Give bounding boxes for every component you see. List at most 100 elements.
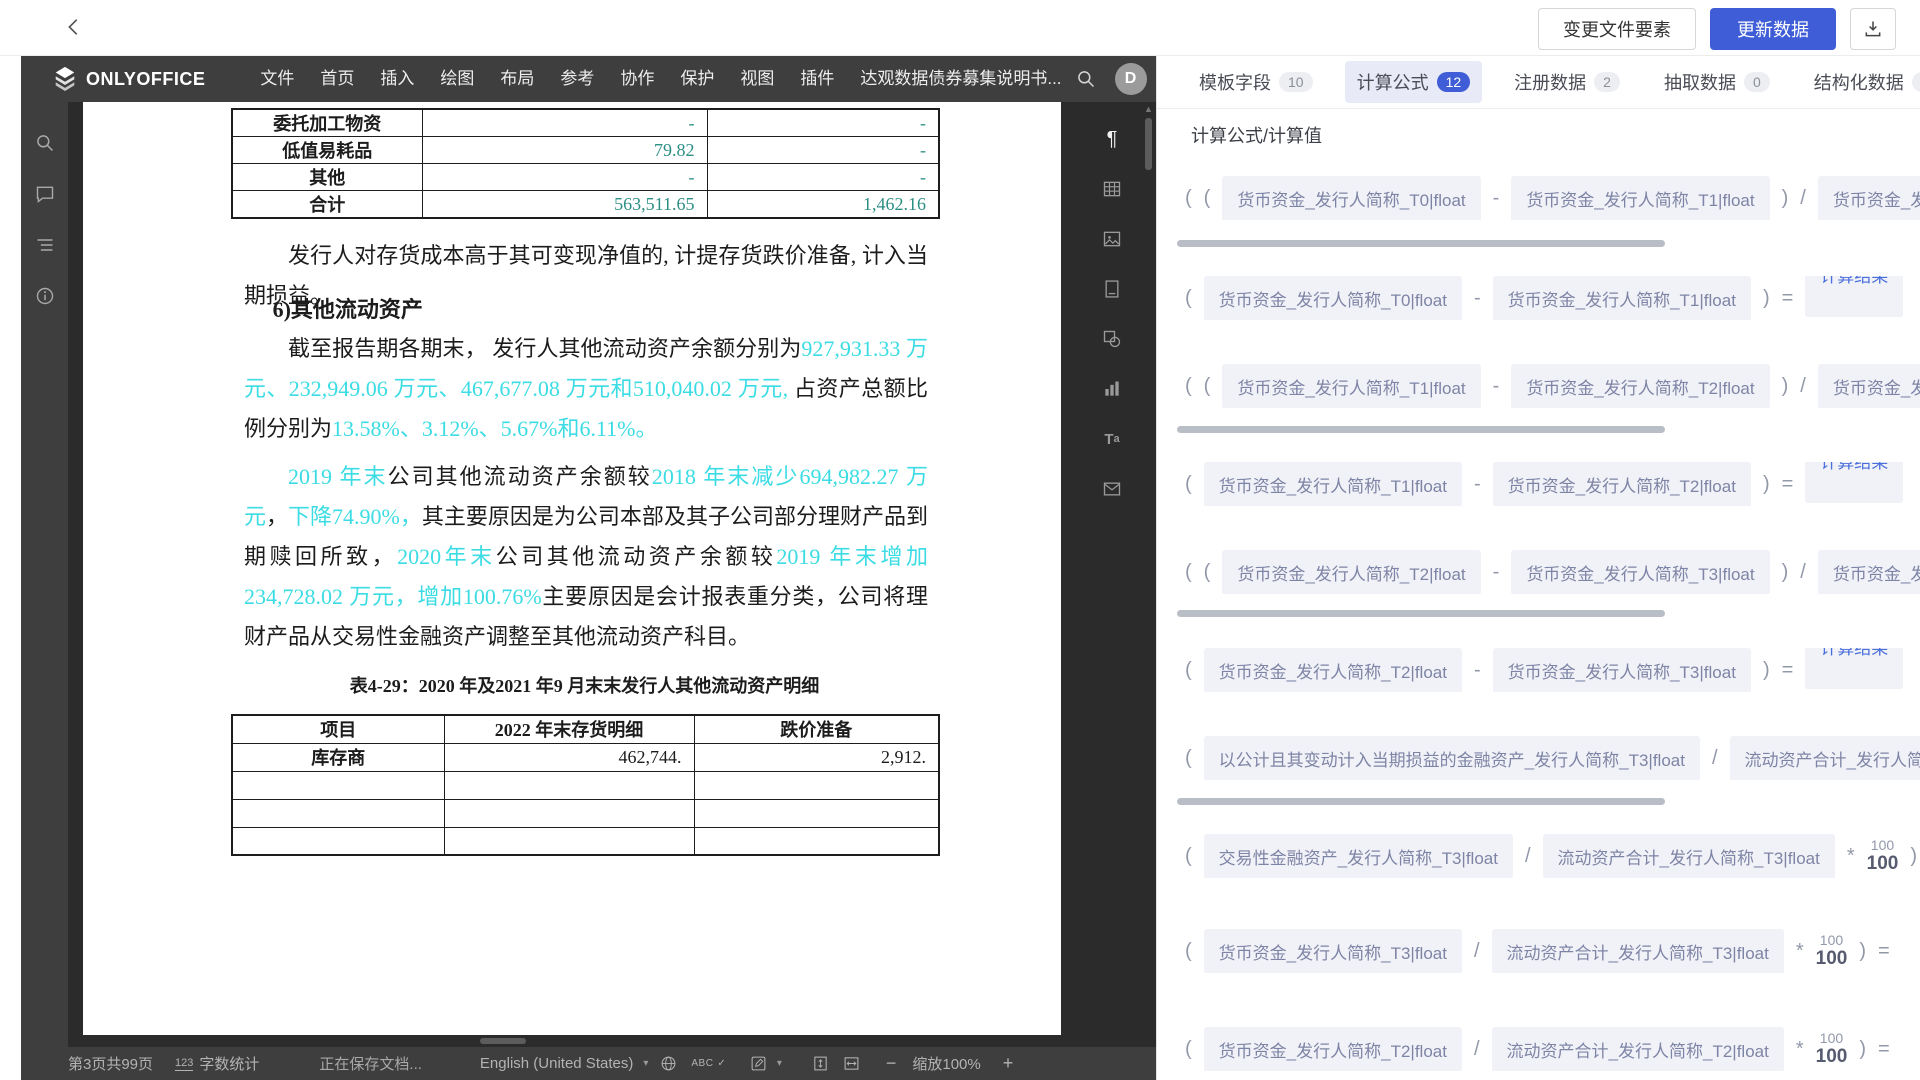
mail-merge-icon[interactable] — [1101, 478, 1123, 500]
formula-field-pill[interactable]: 货币资金_发行人简称_T3|float — [1818, 550, 1920, 594]
menu-item[interactable]: 文件 — [247, 56, 307, 102]
zoom-in-button[interactable]: + — [1003, 1053, 1014, 1074]
formula-operator: ) — [1782, 375, 1789, 398]
menu-item[interactable]: 协作 — [607, 56, 667, 102]
zoom-out-button[interactable]: − — [886, 1053, 897, 1074]
formula-group-divider — [1177, 610, 1665, 617]
spell-check-button[interactable]: ABC✓ — [691, 1058, 725, 1069]
paragraph-settings-icon[interactable]: ¶ — [1101, 128, 1123, 150]
change-file-elements-button[interactable]: 变更文件要素 — [1538, 8, 1696, 50]
table-cell — [444, 771, 694, 799]
formula-field-pill[interactable]: 流动资产合计_发行人简称_T3|float — [1730, 736, 1920, 780]
formula-field-pill[interactable]: 流动资产合计_发行人简称_T2|float — [1492, 1027, 1784, 1071]
chart-settings-icon[interactable] — [1101, 378, 1123, 400]
toolbar-search-icon[interactable] — [1075, 68, 1097, 90]
vertical-scrollbar[interactable]: ▲ — [1143, 102, 1154, 1047]
formula-field-pill[interactable]: 货币资金_发行人简称_T0|float — [1204, 276, 1462, 320]
document-page[interactable]: 委托加工物资--低值易耗品79.82-其他--合计563,511.651,462… — [83, 102, 1061, 1035]
formula-field-pill[interactable]: 货币资金_发行人简称_T3|float — [1204, 929, 1462, 973]
formula-field-pill[interactable]: 货币资金_发行人简称_T2|float — [1818, 364, 1920, 408]
vertical-scrollbar-thumb[interactable] — [1145, 118, 1152, 170]
menu-item[interactable]: 达观数据债券募集说明书... — [847, 56, 1074, 102]
horizontal-scrollbar-thumb[interactable] — [480, 1038, 526, 1044]
header-footer-settings-icon[interactable] — [1101, 278, 1123, 300]
formula-field-pill[interactable]: 货币资金_发行人简称_T3|float — [1493, 648, 1751, 692]
download-button[interactable] — [1850, 8, 1896, 50]
table-cell — [694, 799, 939, 827]
menu-item[interactable]: 绘图 — [427, 56, 487, 102]
formula-field-pill[interactable]: 货币资金_发行人简称_T1|float — [1818, 176, 1920, 220]
formula-operator: - — [1474, 659, 1481, 682]
horizontal-scrollbar[interactable] — [68, 1037, 1142, 1045]
user-avatar[interactable]: D — [1115, 63, 1147, 95]
highlighted-text: 2020年末 — [397, 544, 496, 569]
formula-operator: / — [1525, 845, 1531, 868]
menu-item[interactable]: 参考 — [547, 56, 607, 102]
table-settings-icon[interactable] — [1101, 178, 1123, 200]
formula-panel: 模板字段10计算公式12注册数据2抽取数据0结构化数据0 计算公式/计算值 ((… — [1156, 56, 1920, 1080]
formula-field-pill[interactable]: 流动资产合计_发行人简称_T3|float — [1492, 929, 1784, 973]
formula-field-pill[interactable]: 货币资金_发行人简称_T3|float — [1511, 550, 1769, 594]
formula-field-pill[interactable]: 货币资金_发行人简称_T1|float — [1511, 176, 1769, 220]
about-info-icon[interactable] — [34, 285, 56, 307]
update-data-button[interactable]: 更新数据 — [1710, 8, 1836, 50]
formula-row: ((货币资金_发行人简称_T1|float-货币资金_发行人简称_T2|floa… — [1185, 364, 1920, 408]
formula-operator: - — [1493, 187, 1500, 210]
menu-item[interactable]: 首页 — [307, 56, 367, 102]
menu-item[interactable]: 保护 — [667, 56, 727, 102]
formula-field-pill[interactable]: 货币资金_发行人简称_T0|float — [1222, 176, 1480, 220]
language-selector[interactable]: English (United States)▾ — [480, 1055, 648, 1072]
table-row: 委托加工物资-- — [232, 109, 939, 137]
formula-field-pill[interactable]: 流动资产合计_发行人简称_T3|float — [1543, 834, 1835, 878]
shape-settings-icon[interactable] — [1101, 328, 1123, 350]
menu-item[interactable]: 插件 — [787, 56, 847, 102]
menu-item[interactable]: 视图 — [727, 56, 787, 102]
fit-width-button[interactable] — [843, 1055, 860, 1072]
formula-field-pill[interactable]: 货币资金_发行人简称_T2|float — [1204, 1027, 1462, 1071]
formula-field-pill[interactable]: 货币资金_发行人简称_T1|float — [1493, 276, 1751, 320]
image-settings-icon[interactable] — [1101, 228, 1123, 250]
table-cell — [232, 827, 444, 855]
track-changes-button[interactable]: ▾ — [750, 1055, 782, 1072]
formula-operator: = — [1878, 1038, 1890, 1061]
navigation-icon[interactable] — [34, 234, 56, 256]
formula-operator: - — [1493, 375, 1500, 398]
paragraph-changes: 2019 年末公司其他流动资产余额较2018 年末减少694,982.27 万元… — [244, 457, 928, 657]
formula-operator: - — [1493, 561, 1500, 584]
table-cell: 1,462.16 — [707, 191, 939, 219]
formula-operator: ( — [1204, 561, 1211, 584]
formula-field-pill[interactable]: 以公计且其变动计入当期损益的金融资产_发行人简称_T3|float — [1204, 736, 1700, 780]
find-icon[interactable] — [34, 132, 56, 154]
formula-field-pill[interactable]: 货币资金_发行人简称_T1|float — [1204, 462, 1462, 506]
fit-page-button[interactable] — [812, 1055, 829, 1072]
zoom-level[interactable]: 缩放100% — [912, 1053, 980, 1074]
table-cell: 79.82 — [422, 137, 707, 164]
table-row: 合计563,511.651,462.16 — [232, 191, 939, 219]
formula-field-pill[interactable]: 货币资金_发行人简称_T2|float — [1204, 648, 1462, 692]
formula-field-pill[interactable]: 货币资金_发行人简称_T1|float — [1222, 364, 1480, 408]
table-cell: 2,912. — [694, 743, 939, 771]
document-language-icon[interactable] — [660, 1055, 677, 1072]
word-count-button[interactable]: 123 字数统计 — [175, 1053, 259, 1074]
formula-row: (货币资金_发行人简称_T3|float/流动资产合计_发行人简称_T3|flo… — [1185, 929, 1920, 973]
formula-field-pill[interactable]: 货币资金_发行人简称_T2|float — [1493, 462, 1751, 506]
comments-icon[interactable] — [34, 183, 56, 205]
menu-item[interactable]: 插入 — [367, 56, 427, 102]
formula-operator: = — [1782, 473, 1794, 496]
formula-operator: / — [1800, 187, 1806, 210]
text-art-settings-icon[interactable]: Ta — [1101, 428, 1123, 450]
formula-operator: ) — [1763, 473, 1770, 496]
formula-field-pill[interactable]: 货币资金_发行人简称_T2|float — [1222, 550, 1480, 594]
back-button[interactable] — [60, 14, 88, 42]
menu-item[interactable]: 布局 — [487, 56, 547, 102]
formula-result[interactable]: 计算结果 — [1805, 648, 1903, 689]
formula-field-pill[interactable]: 货币资金_发行人简称_T2|float — [1511, 364, 1769, 408]
scroll-up-icon[interactable]: ▲ — [1144, 104, 1153, 114]
page-indicator[interactable]: 第3页共99页 — [68, 1053, 153, 1074]
formula-field-pill[interactable]: 交易性金融资产_发行人简称_T3|float — [1204, 834, 1513, 878]
formula-result[interactable]: 计算结果 — [1805, 462, 1903, 503]
formula-result[interactable]: 计算结果 — [1805, 276, 1903, 317]
formula-operator: / — [1474, 1038, 1480, 1061]
formula-operator: - — [1474, 473, 1481, 496]
fraction-numerator: 100 — [1871, 837, 1894, 853]
